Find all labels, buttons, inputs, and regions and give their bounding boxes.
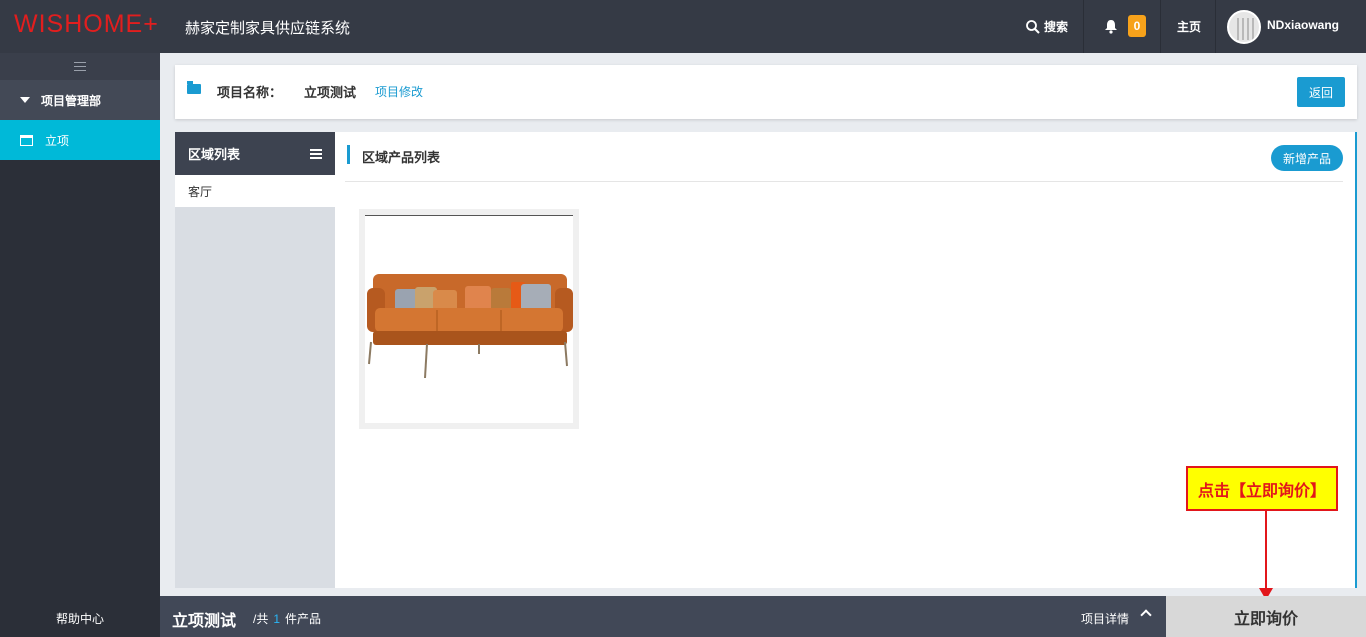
bell-icon[interactable] — [1104, 19, 1118, 34]
search-button[interactable]: 搜索 — [1026, 18, 1068, 35]
product-list-header: 区域产品列表 新增产品 — [345, 132, 1343, 182]
product-list-title: 区域产品列表 — [362, 150, 441, 165]
avatar[interactable] — [1227, 10, 1261, 44]
menu-icon — [74, 62, 86, 71]
bottom-project-name: 立项测试 — [172, 613, 237, 630]
count-suffix: 件产品 — [285, 612, 322, 626]
search-icon — [1026, 19, 1040, 34]
search-label: 搜索 — [1044, 20, 1069, 34]
top-bar: WISHOME+ 赫家定制家具供应链系统 搜索 0 主页 NDxiaowang — [0, 0, 1366, 53]
username[interactable]: NDxiaowang — [1267, 18, 1339, 32]
product-list: 区域产品列表 新增产品 — [335, 132, 1357, 588]
add-product-button[interactable]: 新增产品 — [1271, 145, 1343, 171]
sidebar-item-initiation[interactable]: 立项 — [0, 120, 160, 160]
section-marker — [347, 145, 350, 164]
home-link[interactable]: 主页 — [1177, 18, 1201, 35]
annotation-callout: 点击【立即询价】 — [1186, 466, 1338, 511]
divider — [1215, 0, 1216, 53]
calendar-icon — [20, 134, 33, 146]
count-number: 1 — [273, 612, 281, 626]
annotation-line — [1265, 511, 1267, 591]
product-card[interactable] — [359, 209, 579, 429]
help-center-link[interactable]: 帮助中心 — [0, 600, 160, 637]
sidebar-item-label: 立项 — [45, 133, 70, 148]
bottom-bar: 立项测试 /共 1 件产品 项目详情 — [160, 596, 1166, 637]
menu-icon[interactable] — [310, 149, 322, 159]
sofa-image — [365, 215, 573, 423]
sidebar-group-project-management[interactable]: 项目管理部 — [0, 80, 160, 120]
caret-down-icon — [20, 97, 30, 103]
region-list-header: 区域列表 — [175, 132, 335, 175]
back-button[interactable]: 返回 — [1297, 77, 1345, 107]
count-prefix: /共 — [253, 612, 269, 626]
region-list-title: 区域列表 — [188, 147, 241, 162]
sidebar-group-label: 项目管理部 — [41, 93, 102, 108]
folder-icon — [187, 81, 201, 94]
project-name-label: 项目名称： — [217, 85, 283, 100]
divider — [1083, 0, 1084, 53]
divider — [1160, 0, 1161, 53]
product-count: /共 1 件产品 — [253, 610, 321, 627]
region-list: 区域列表 客厅 — [175, 132, 335, 588]
system-title: 赫家定制家具供应链系统 — [185, 20, 351, 37]
edit-project-link[interactable]: 项目修改 — [375, 83, 423, 100]
project-details-toggle[interactable]: 项目详情 — [1081, 610, 1129, 627]
chevron-up-icon[interactable] — [1140, 609, 1152, 621]
sidebar-toggle[interactable] — [0, 53, 160, 80]
notification-badge: 0 — [1128, 15, 1146, 37]
logo[interactable]: WISHOME+ — [14, 10, 159, 39]
project-header: 项目名称： 立项测试 项目修改 返回 — [175, 65, 1357, 119]
sidebar: 项目管理部 立项 — [0, 53, 160, 600]
inquire-now-button[interactable]: 立即询价 — [1166, 596, 1366, 637]
project-name: 立项测试 — [304, 85, 357, 100]
region-item-living-room[interactable]: 客厅 — [175, 175, 335, 207]
